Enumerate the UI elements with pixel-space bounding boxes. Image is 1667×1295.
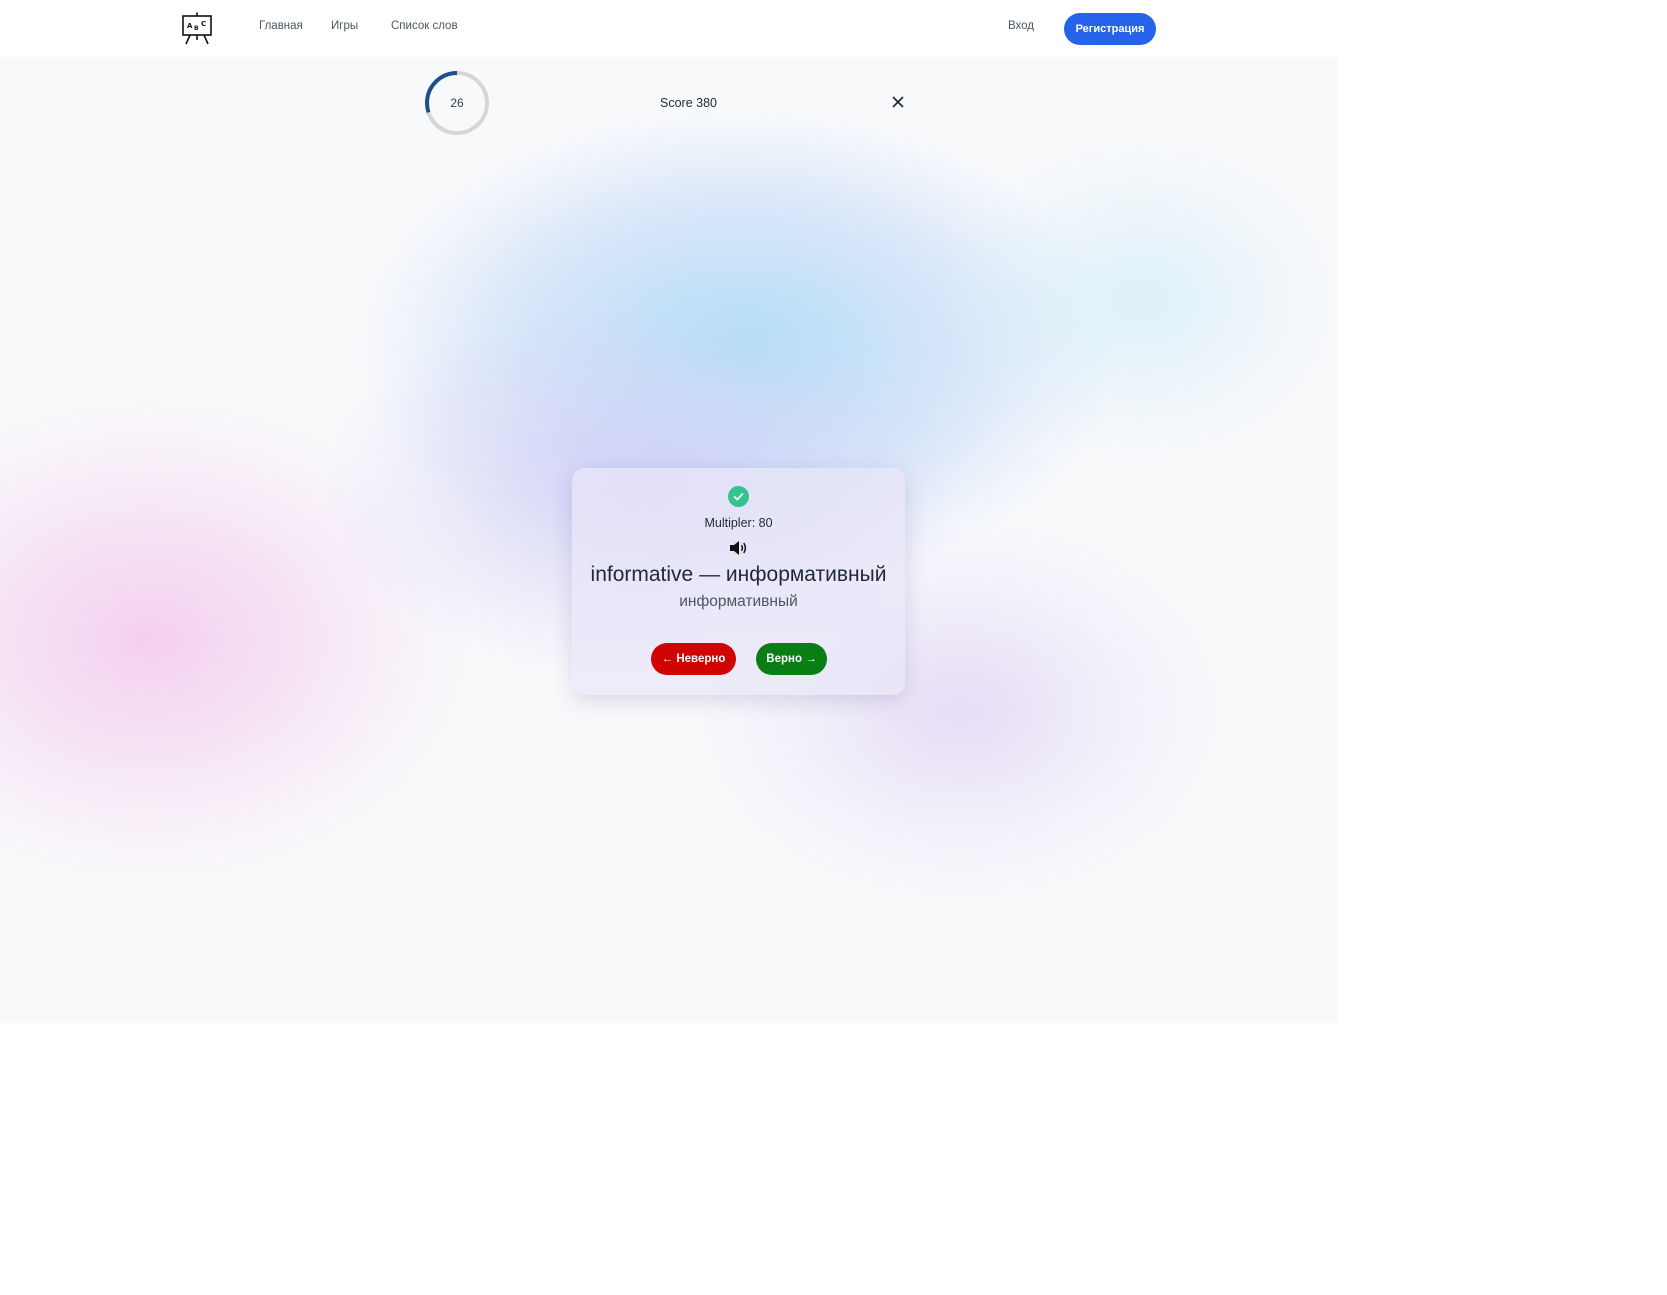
wrong-button[interactable]: ← Неверно — [651, 643, 736, 675]
register-button[interactable]: Регистрация — [1064, 13, 1156, 45]
background-blob — [940, 140, 1337, 460]
check-circle-icon — [728, 486, 749, 507]
game-viewport: A B C Главная Игры Список слов Вход Реги… — [0, 0, 1337, 1023]
site-header: A B C Главная Игры Список слов Вход Реги… — [0, 0, 1337, 57]
close-icon[interactable] — [890, 94, 906, 110]
svg-text:A: A — [187, 22, 193, 30]
easel-abc-icon[interactable]: A B C — [180, 11, 214, 45]
word-card: Multipler: 80 informative — информативны… — [572, 468, 905, 695]
timer-value: 26 — [450, 96, 464, 110]
score-text: Score 380 — [660, 96, 717, 110]
word-pair: informative — информативный — [590, 563, 887, 586]
nav-link-games[interactable]: Игры — [331, 20, 358, 32]
login-link[interactable]: Вход — [1008, 20, 1034, 32]
nav-link-word-list[interactable]: Список слов — [391, 20, 458, 32]
background-blob — [0, 400, 470, 880]
svg-text:B: B — [194, 25, 199, 32]
timer: 26 — [424, 70, 490, 136]
speaker-icon[interactable] — [728, 539, 749, 557]
multiplier-text: Multipler: 80 — [704, 516, 773, 530]
right-button[interactable]: Верно → — [756, 643, 827, 675]
svg-text:C: C — [201, 20, 206, 28]
translation-text: информативный — [679, 593, 798, 610]
nav-link-home[interactable]: Главная — [259, 20, 303, 32]
